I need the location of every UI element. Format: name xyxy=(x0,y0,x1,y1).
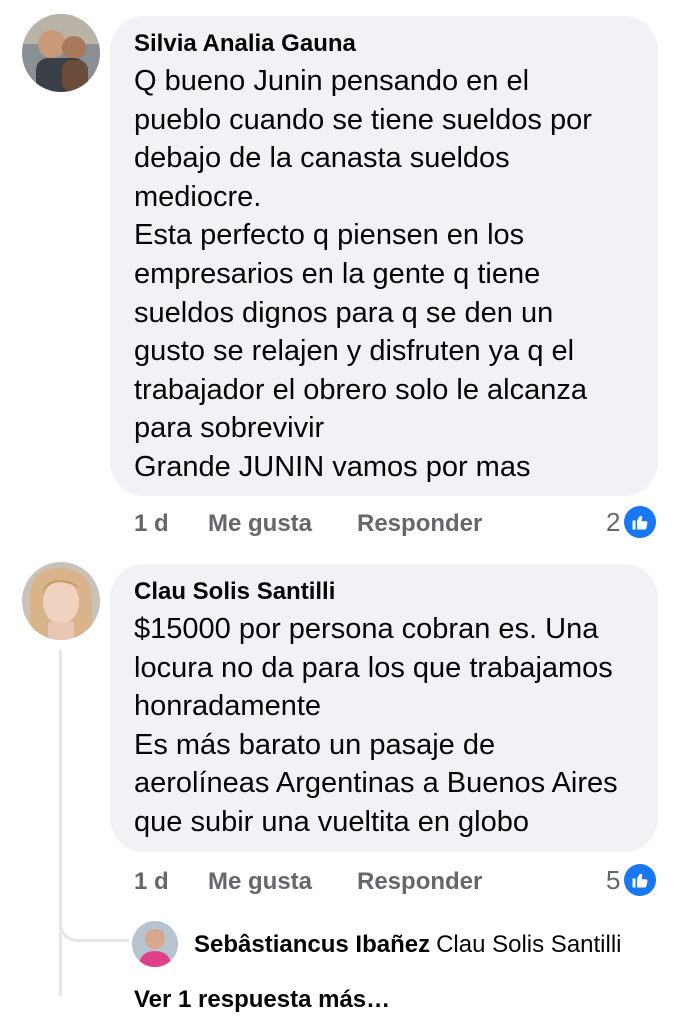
comment-time[interactable]: 1 d xyxy=(134,868,169,896)
reply-author[interactable]: Sebâstiancus Ibañez xyxy=(194,931,430,958)
reply-avatar[interactable] xyxy=(132,921,178,967)
reply-button[interactable]: Responder xyxy=(357,868,482,896)
comment-text: $15000 por persona cobran es. Una locura… xyxy=(134,613,618,838)
thread-line xyxy=(59,650,62,996)
comment-author[interactable]: Silvia Analia Gauna xyxy=(134,30,634,58)
reaction-count: 5 xyxy=(606,864,621,895)
like-button[interactable]: Me gusta xyxy=(208,868,312,896)
comment-bubble: Clau Solis Santilli $15000 por persona c… xyxy=(110,564,658,852)
comment-actions: 1 d Me gusta Responder xyxy=(0,510,682,542)
reply-mention[interactable]: Clau Solis Santilli xyxy=(436,931,621,958)
thread-connector xyxy=(59,900,129,942)
reply-button[interactable]: Responder xyxy=(357,510,482,538)
user-photo-avatar xyxy=(22,14,100,92)
comment-time[interactable]: 1 d xyxy=(134,510,169,538)
avatar[interactable] xyxy=(22,14,100,92)
reaction-summary[interactable]: 5 xyxy=(606,864,657,896)
comment-text: Q bueno Junin pensando en el pueblo cuan… xyxy=(134,65,592,483)
comment-author[interactable]: Clau Solis Santilli xyxy=(134,578,634,606)
comment-bubble: Silvia Analia Gauna Q bueno Junin pensan… xyxy=(110,16,658,496)
like-icon xyxy=(624,864,657,896)
reaction-summary[interactable]: 2 xyxy=(606,506,657,538)
view-more-replies-link[interactable]: Ver 1 respuesta más… xyxy=(134,986,390,1014)
like-button[interactable]: Me gusta xyxy=(208,510,312,538)
reaction-count: 2 xyxy=(606,506,621,537)
avatar[interactable] xyxy=(22,562,100,640)
reply-preview[interactable]: Sebâstiancus Ibañez Clau Solis Santilli xyxy=(194,931,622,959)
user-photo-avatar xyxy=(132,921,178,967)
comment-actions: 1 d Me gusta Responder xyxy=(0,868,682,900)
like-icon xyxy=(624,506,657,538)
user-photo-avatar xyxy=(22,562,100,640)
